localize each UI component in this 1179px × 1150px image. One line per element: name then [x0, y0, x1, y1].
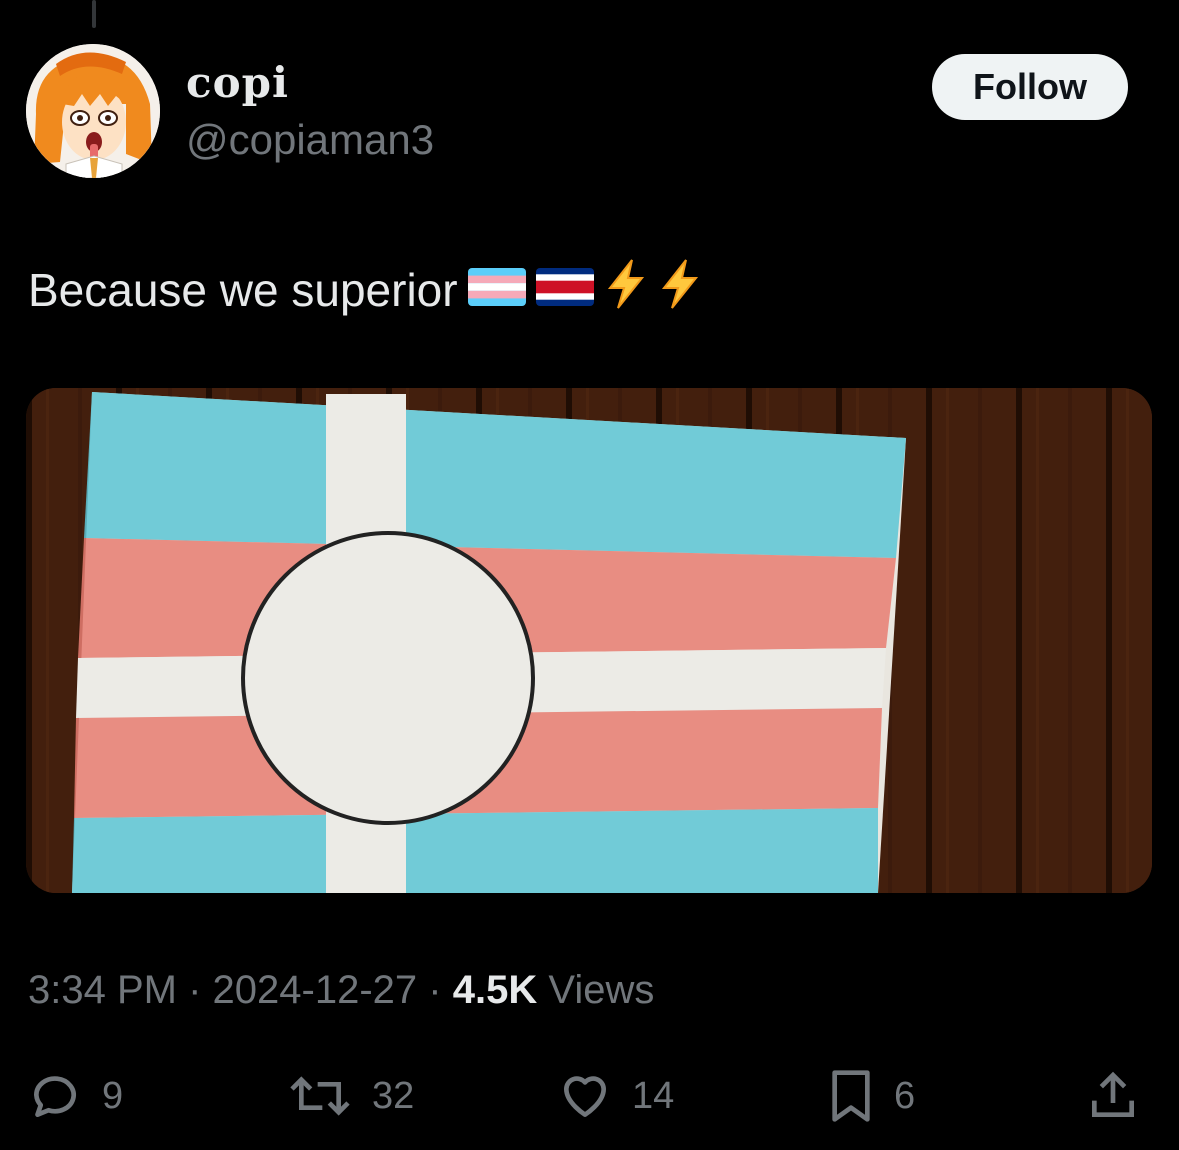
- repost-icon: [290, 1076, 350, 1116]
- high-voltage-icon: [604, 258, 648, 321]
- tweet-text: Because we superior: [28, 258, 702, 321]
- tweet-meta: 3:34 PM · 2024-12-27 · 4.5K Views: [28, 968, 654, 1013]
- reply-icon: [34, 1076, 76, 1117]
- tweet-detail: copi @copiaman3 Follow Because we superi…: [0, 0, 1179, 1150]
- author-display-name[interactable]: copi: [186, 58, 289, 107]
- costa-rica-flag-icon: [535, 263, 594, 317]
- follow-button[interactable]: Follow: [932, 54, 1128, 120]
- heart-icon: [564, 1076, 606, 1117]
- share-button[interactable]: [1084, 1068, 1142, 1124]
- bookmark-button[interactable]: 6: [826, 1068, 915, 1124]
- author-handle[interactable]: @copiaman3: [186, 116, 434, 164]
- like-count: 14: [632, 1074, 675, 1117]
- tweet-media-photo[interactable]: [26, 388, 1152, 893]
- thread-connector-line: [92, 0, 96, 28]
- tweet-text-content: Because we superior: [28, 263, 458, 316]
- tweet-time[interactable]: 3:34 PM: [28, 968, 177, 1012]
- transgender-flag-icon: [467, 263, 526, 317]
- views-label: Views: [548, 968, 655, 1012]
- avatar[interactable]: [26, 44, 160, 178]
- reply-button[interactable]: 9: [26, 1068, 123, 1124]
- photo-image: [26, 388, 1152, 893]
- meta-separator: ·: [188, 968, 202, 1012]
- avatar-image: [26, 44, 160, 178]
- meta-separator: ·: [428, 968, 442, 1012]
- high-voltage-icon: [658, 258, 702, 321]
- like-button[interactable]: 14: [556, 1068, 674, 1124]
- tweet-date[interactable]: 2024-12-27: [213, 968, 418, 1012]
- share-icon: [1092, 1071, 1134, 1117]
- bookmark-count: 6: [894, 1074, 916, 1117]
- repost-button[interactable]: 32: [286, 1068, 414, 1124]
- repost-count: 32: [372, 1074, 415, 1117]
- bookmark-icon: [832, 1070, 870, 1122]
- reply-count: 9: [102, 1074, 124, 1117]
- views-count: 4.5K: [452, 968, 538, 1012]
